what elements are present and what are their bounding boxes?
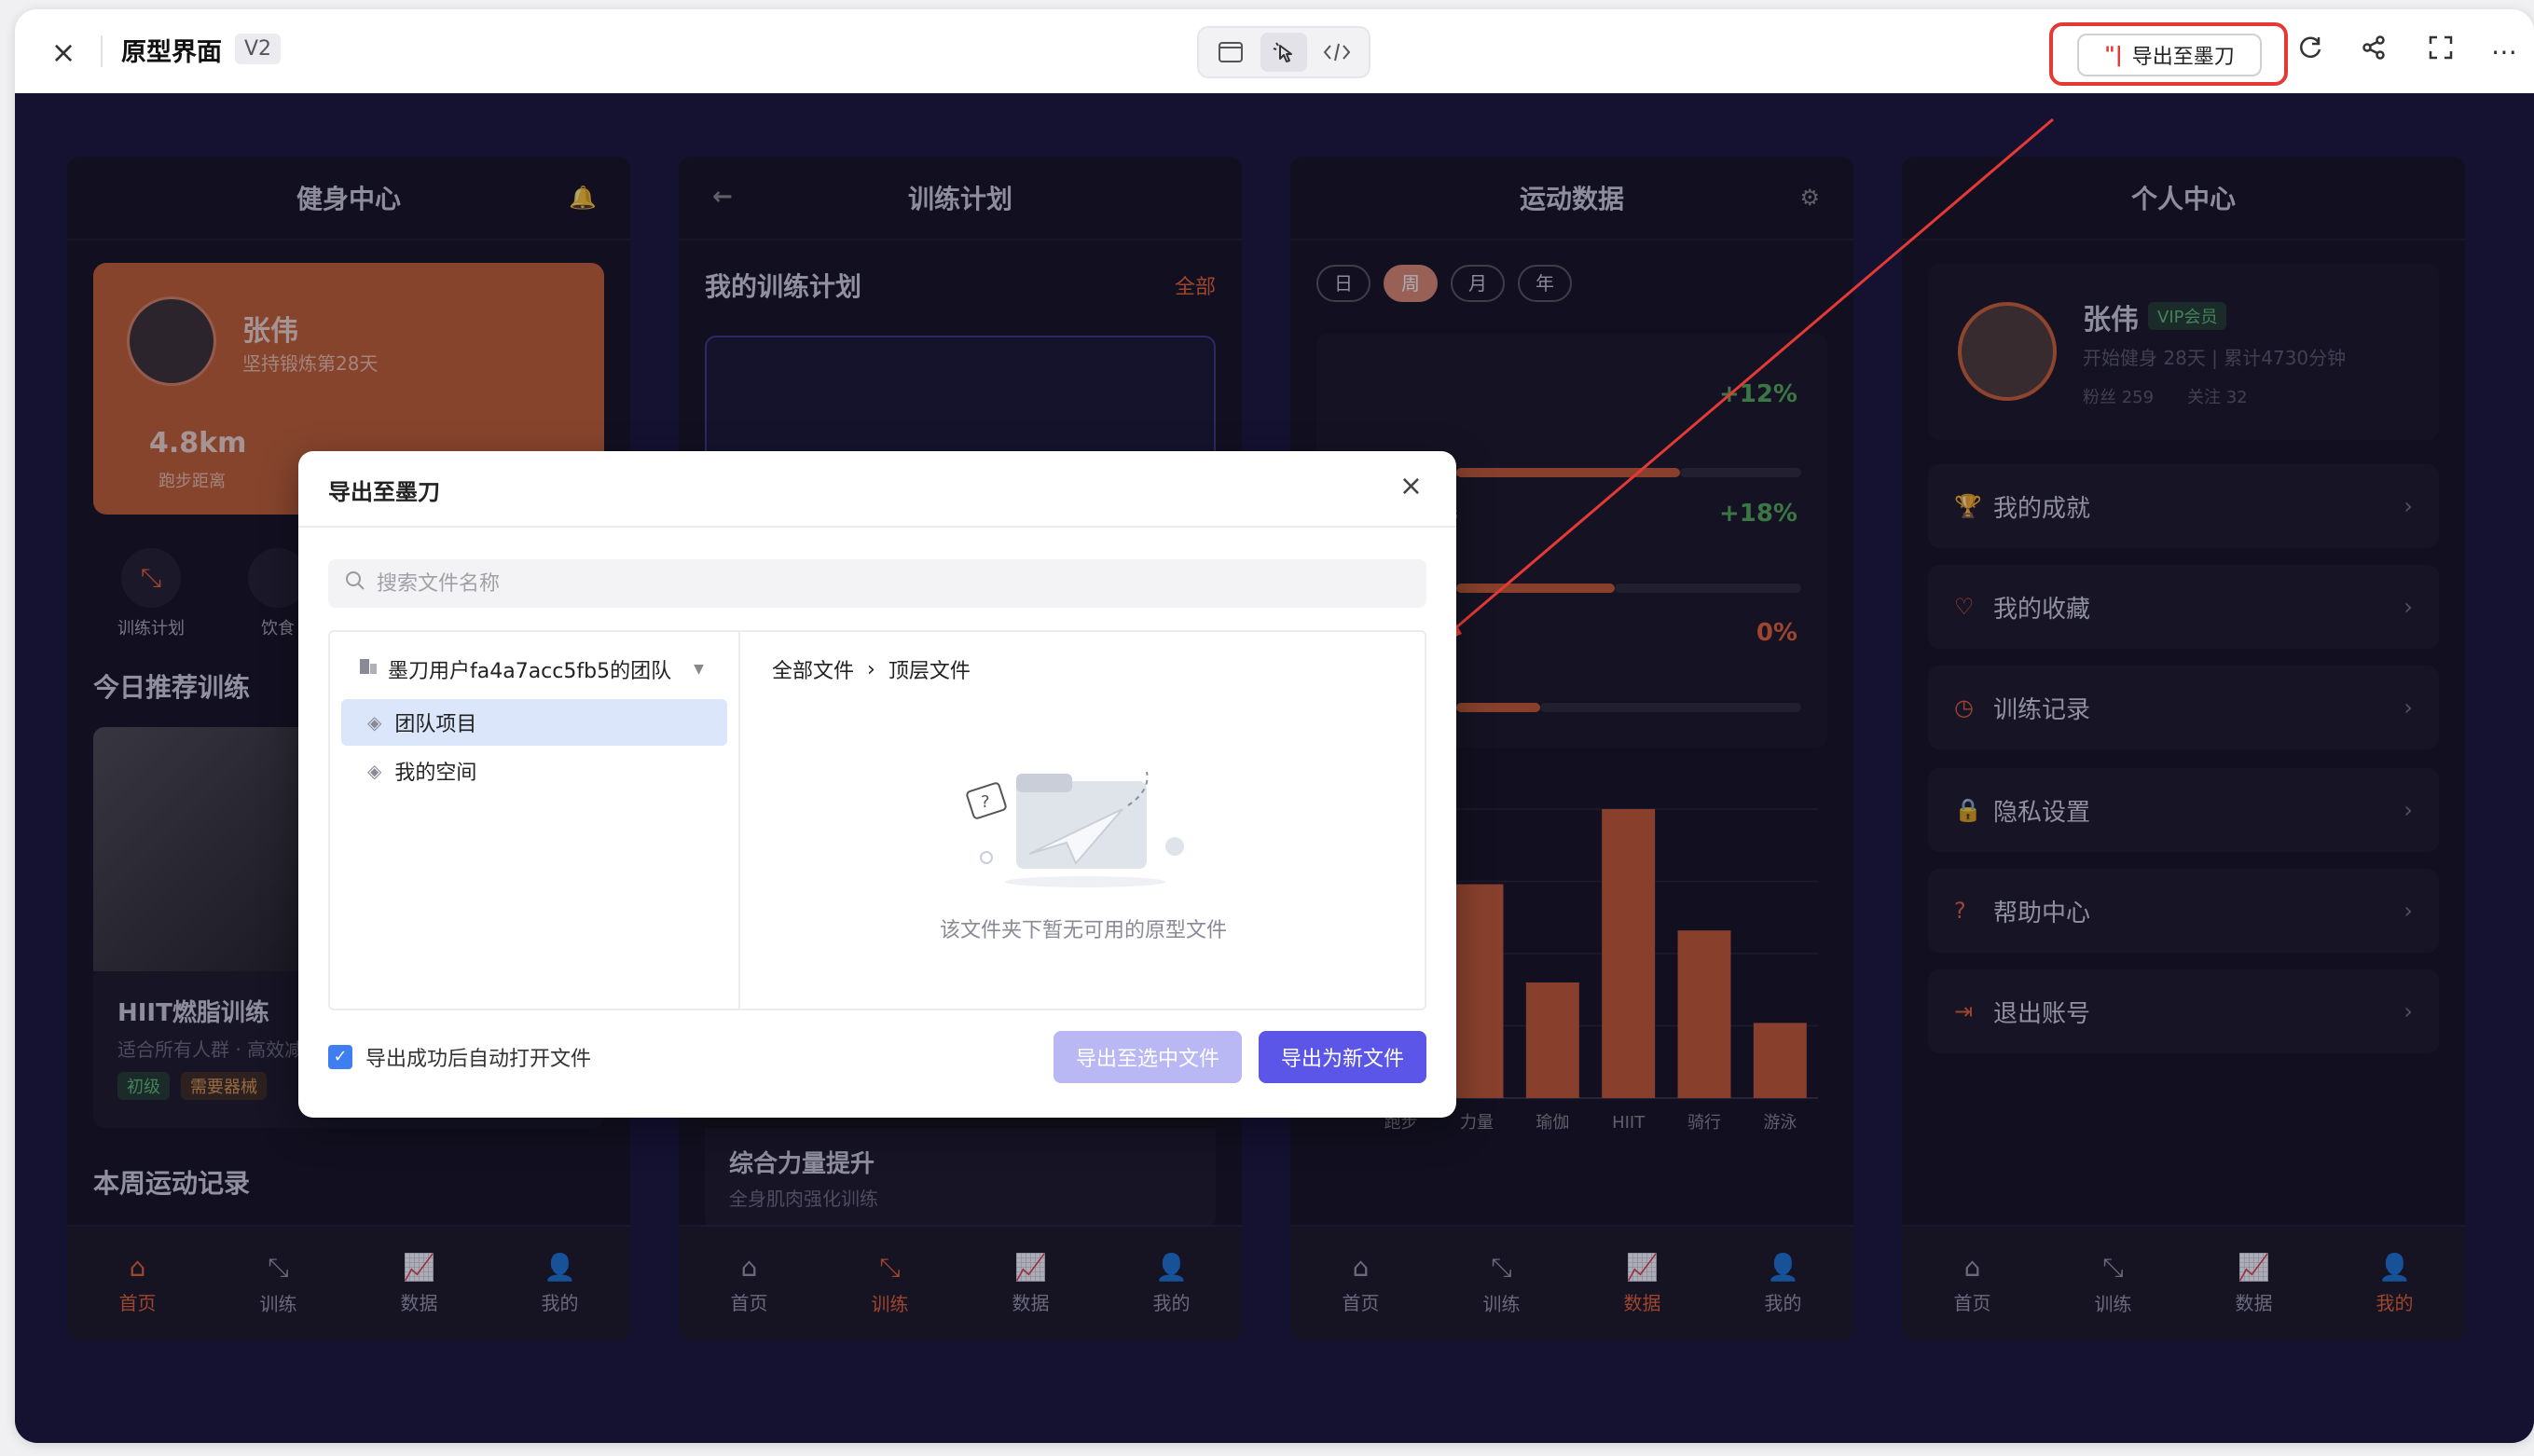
search-bar <box>328 559 1426 608</box>
auto-open-checkbox[interactable]: ✓ 导出成功后自动打开文件 <box>328 1042 591 1072</box>
page-title: 原型界面 <box>121 38 222 67</box>
search-icon <box>345 570 365 597</box>
interact-mode-icon[interactable] <box>1260 33 1307 72</box>
refresh-icon[interactable] <box>2292 34 2329 71</box>
share-icon[interactable] <box>2355 34 2392 71</box>
team-name: 墨刀用户fa4a7acc5fb5的团队 <box>388 660 672 683</box>
close-icon[interactable]: × <box>48 37 78 67</box>
empty-state-text: 该文件夹下暂无可用的原型文件 <box>939 919 1227 942</box>
tree-item-my-space[interactable]: ◈ 我的空间 <box>341 748 727 794</box>
empty-folder-illustration: ? <box>966 771 1184 887</box>
check-icon: ✓ <box>328 1045 352 1069</box>
svg-text:?: ? <box>981 792 990 812</box>
export-as-new-button[interactable]: 导出为新文件 <box>1259 1031 1426 1083</box>
folder-tree: 墨刀用户fa4a7acc5fb5的团队 ▼ ◈ 团队项目 ◈ 我的空间 <box>330 632 740 1009</box>
caret-down-icon: ▼ <box>694 662 704 677</box>
dialog-title: 导出至墨刀 <box>328 479 440 505</box>
checkbox-label: 导出成功后自动打开文件 <box>365 1048 592 1071</box>
more-options-icon[interactable]: ⋯ <box>2486 34 2523 71</box>
preview-mode-icon[interactable] <box>1207 33 1254 72</box>
app-window: × 原型界面 V2 "| 导出至墨刀 ⋯ 健身中心 🔔 张伟 坚持锻炼第28天 … <box>15 9 2534 1443</box>
chevron-right-icon: › <box>867 657 875 681</box>
top-toolbar: × 原型界面 V2 "| 导出至墨刀 ⋯ <box>15 9 2534 93</box>
team-icon <box>358 656 379 682</box>
team-selector[interactable]: 墨刀用户fa4a7acc5fb5的团队 ▼ <box>358 654 704 684</box>
export-to-selected-button[interactable]: 导出至选中文件 <box>1054 1031 1242 1083</box>
divider <box>101 35 103 67</box>
tree-item-team-projects[interactable]: ◈ 团队项目 <box>341 699 727 746</box>
divider <box>298 526 1456 528</box>
view-mode-switch <box>1197 26 1370 78</box>
prototype-canvas: 健身中心 🔔 张伟 坚持锻炼第28天 4.8km 跑步距离 ⤡ 训练计划 饮食 … <box>15 93 2534 1443</box>
modao-logo-icon: "| <box>2104 43 2123 67</box>
breadcrumb: 全部文件 › 顶层文件 <box>772 654 971 684</box>
close-icon[interactable]: × <box>1399 470 1423 502</box>
code-mode-icon[interactable] <box>1314 33 1360 72</box>
export-dialog: 导出至墨刀 × 墨刀用户fa4a7acc5fb5的团队 ▼ <box>298 451 1456 1118</box>
search-input[interactable] <box>377 571 1402 596</box>
export-to-modao-button[interactable]: "| 导出至墨刀 <box>2077 34 2262 76</box>
cube-icon: ◈ <box>367 760 382 782</box>
breadcrumb-current: 顶层文件 <box>888 660 971 683</box>
fullscreen-icon[interactable] <box>2422 34 2459 71</box>
cube-icon: ◈ <box>367 711 382 734</box>
breadcrumb-root[interactable]: 全部文件 <box>772 654 854 684</box>
version-badge: V2 <box>235 34 282 64</box>
export-button-label: 导出至墨刀 <box>2131 46 2235 69</box>
file-browser: 墨刀用户fa4a7acc5fb5的团队 ▼ ◈ 团队项目 ◈ 我的空间 全部文件… <box>328 630 1426 1010</box>
